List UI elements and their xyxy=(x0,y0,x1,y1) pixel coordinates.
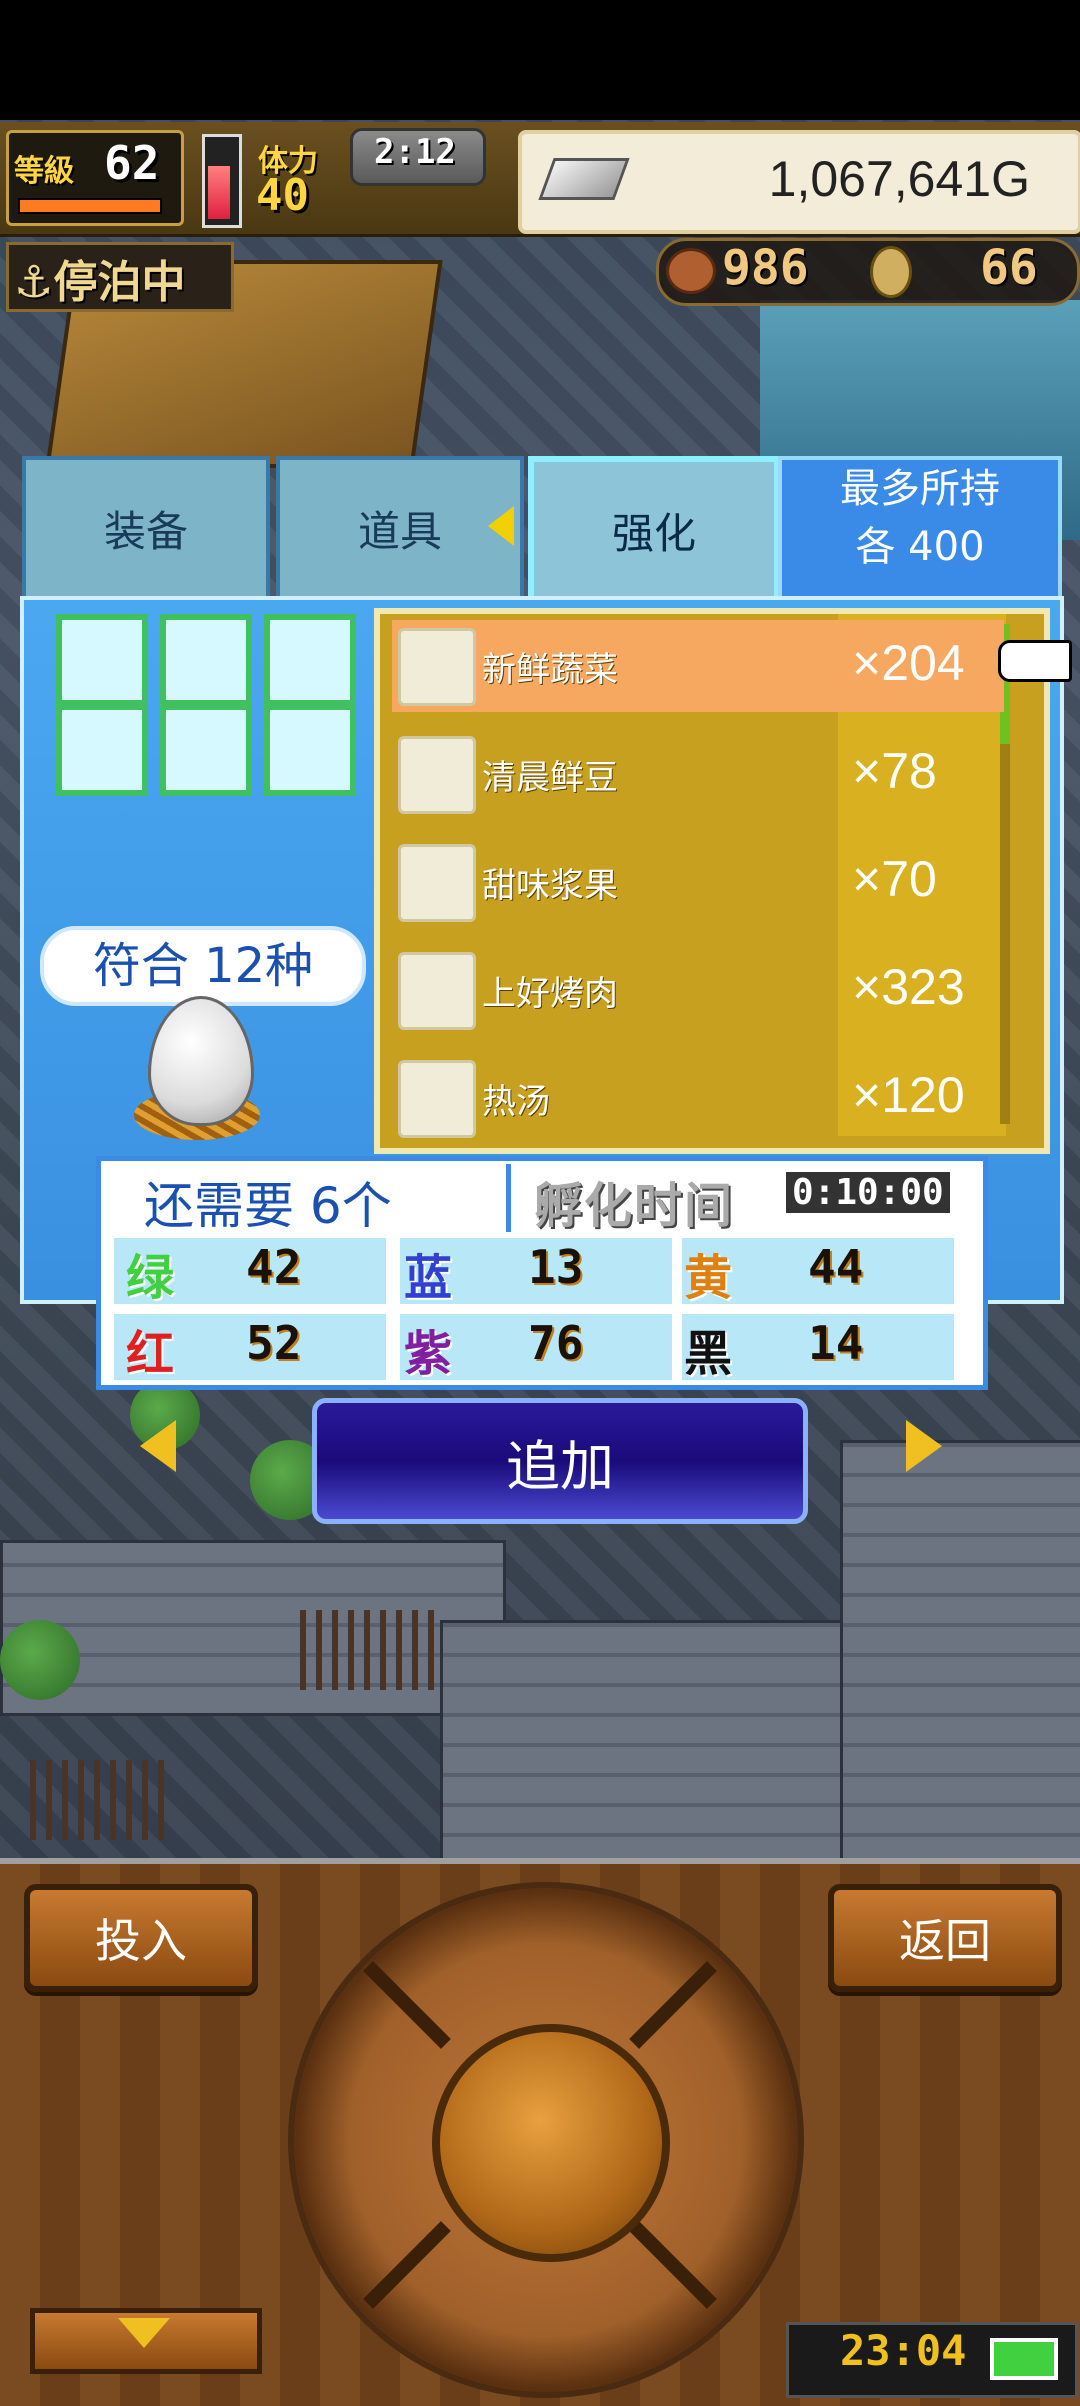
purple-value: 76 xyxy=(528,1316,584,1370)
red-value: 52 xyxy=(246,1316,302,1370)
castle-wall-center xyxy=(440,1620,846,1866)
system-clock: 23:04 xyxy=(840,2326,967,2375)
level-value: 62 xyxy=(104,136,160,190)
tab-left-arrow-icon[interactable] xyxy=(488,506,514,546)
item-name: 甜味浆果 xyxy=(482,866,618,906)
list-item[interactable]: 上好烤肉 ×323 xyxy=(392,944,1004,1036)
max-holding-line2: 各 400 xyxy=(855,524,985,570)
ingredient-slot[interactable] xyxy=(264,704,356,796)
yellow-label: 黄 xyxy=(684,1250,733,1306)
back-button[interactable]: 返回 xyxy=(828,1884,1062,1992)
item-name: 新鲜蔬菜 xyxy=(482,650,618,690)
blue-label: 蓝 xyxy=(404,1250,453,1306)
item-name: 热汤 xyxy=(482,1082,550,1122)
dock-status: ⚓停泊中 xyxy=(14,257,186,308)
ingredient-slot[interactable] xyxy=(160,614,252,706)
castle-tower xyxy=(840,1440,1080,1866)
scroll-right-arrow-icon[interactable] xyxy=(906,1420,942,1472)
gold-amount: 1,067,641G xyxy=(768,151,1030,207)
hatch-time-label: 孵化时间 xyxy=(534,1178,735,1234)
hatch-time-value: 0:10:00 xyxy=(786,1172,950,1213)
ingredient-slot[interactable] xyxy=(160,704,252,796)
fence xyxy=(300,1610,440,1690)
coin-icon xyxy=(870,246,912,298)
tab-equipment[interactable]: 装备 xyxy=(22,456,270,600)
max-holding-line1: 最多所持 xyxy=(840,466,1000,512)
dock-status-text: 停泊中 xyxy=(53,257,186,308)
black-label: 黑 xyxy=(684,1326,733,1382)
hp-gauge-fill xyxy=(208,166,230,219)
black-value: 14 xyxy=(808,1316,864,1370)
tab-items[interactable]: 道具 xyxy=(276,456,524,600)
list-item[interactable]: 甜味浆果 ×70 xyxy=(392,836,1004,928)
berries-icon xyxy=(398,844,476,922)
timer-value: 2:12 xyxy=(374,132,456,172)
stamina-value: 40 xyxy=(256,170,309,221)
yellow-value: 44 xyxy=(808,1240,864,1294)
item-quantity: ×120 xyxy=(852,1067,965,1123)
down-arrow-icon xyxy=(118,2318,170,2348)
add-button[interactable]: 追加 xyxy=(312,1398,808,1524)
list-item[interactable]: 清晨鲜豆 ×78 xyxy=(392,728,1004,820)
battery-icon xyxy=(990,2338,1058,2380)
item-quantity: ×78 xyxy=(852,743,937,799)
list-item[interactable]: 热汤 ×120 xyxy=(392,1052,1004,1144)
list-item[interactable]: 新鲜蔬菜 ×204 xyxy=(392,620,1004,712)
ingredient-slot[interactable] xyxy=(264,614,356,706)
meat-count: 986 xyxy=(722,240,809,296)
item-name: 上好烤肉 xyxy=(482,974,618,1014)
tab-enhance[interactable]: 强化 xyxy=(528,456,780,604)
action-button[interactable] xyxy=(432,2024,670,2262)
beans-icon xyxy=(398,736,476,814)
roast-meat-icon xyxy=(398,952,476,1030)
red-label: 红 xyxy=(126,1326,175,1382)
insert-button[interactable]: 投入 xyxy=(24,1884,258,1992)
item-quantity: ×70 xyxy=(852,851,937,907)
tree xyxy=(0,1620,80,1700)
scroll-left-arrow-icon[interactable] xyxy=(140,1420,176,1472)
ingredient-slot[interactable] xyxy=(56,704,148,796)
needed-count: 还需要 6个 xyxy=(144,1177,392,1235)
purple-label: 紫 xyxy=(404,1326,453,1382)
experience-bar xyxy=(18,198,162,214)
match-count-pill: 符合 12种 xyxy=(40,926,366,1006)
max-holding-info: 最多所持 各 400 xyxy=(778,456,1062,602)
soup-icon xyxy=(398,1060,476,1138)
vegetable-icon xyxy=(398,628,476,706)
green-label: 绿 xyxy=(126,1250,175,1306)
blue-value: 13 xyxy=(528,1240,584,1294)
item-quantity: ×204 xyxy=(852,635,965,691)
item-quantity: ×323 xyxy=(852,959,965,1015)
item-name: 清晨鲜豆 xyxy=(482,758,618,798)
ingredient-slot[interactable] xyxy=(56,614,148,706)
fence xyxy=(30,1760,170,1840)
coin-count: 66 xyxy=(980,240,1038,296)
pointer-hand-icon xyxy=(998,640,1072,682)
silver-ingot-icon xyxy=(538,158,630,200)
level-label: 等級 xyxy=(14,154,74,189)
meat-icon xyxy=(666,248,716,294)
green-value: 42 xyxy=(246,1240,302,1294)
